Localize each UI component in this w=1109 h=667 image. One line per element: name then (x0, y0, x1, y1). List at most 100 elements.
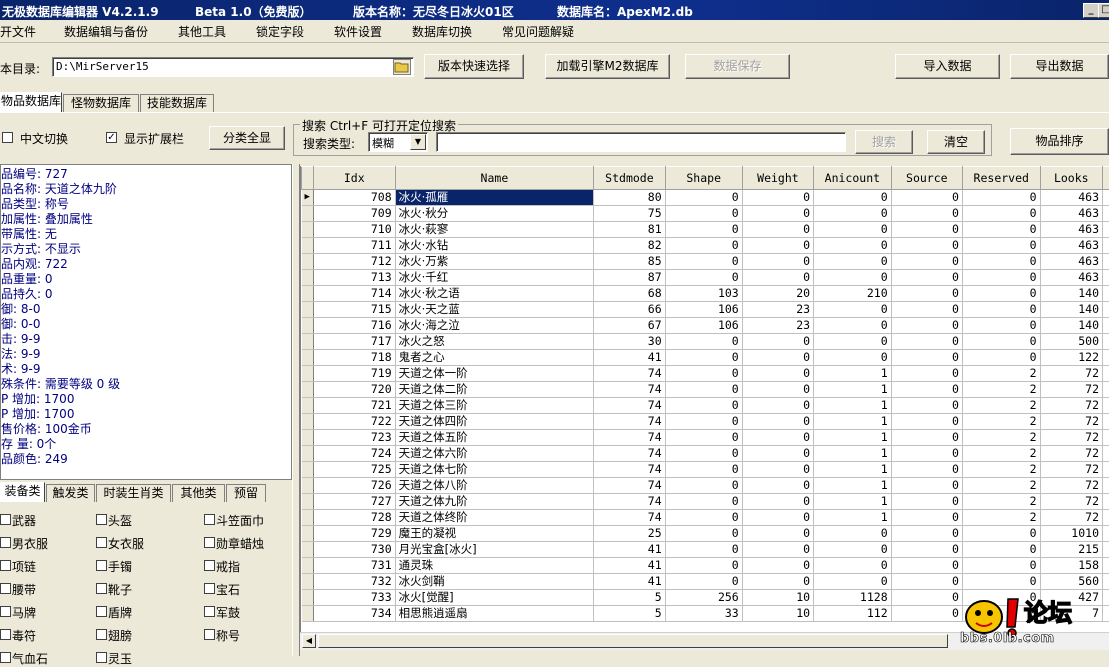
row-indicator[interactable] (302, 270, 314, 286)
table-row[interactable]: 729魔王的凝视25000001010 (302, 526, 1109, 542)
menu-data-edit[interactable]: 数据编辑与备份 (64, 23, 148, 40)
maximize-button[interactable]: □ (1098, 3, 1109, 18)
category-checkbox[interactable] (96, 606, 107, 617)
category-checkbox[interactable] (0, 560, 11, 571)
row-indicator[interactable] (302, 334, 314, 350)
category-checkbox[interactable] (204, 560, 215, 571)
cell-idx[interactable]: 721 (313, 398, 395, 414)
cell-name[interactable]: 冰火之怒 (395, 334, 594, 350)
cell-stdmode[interactable]: 25 (594, 526, 666, 542)
category-checkbox[interactable] (204, 606, 215, 617)
table-row[interactable]: 725天道之体七阶740010272 (302, 462, 1109, 478)
cell-weight[interactable]: 20 (742, 286, 813, 302)
cell-looks[interactable]: 72 (1040, 398, 1102, 414)
cell-idx[interactable]: 714 (313, 286, 395, 302)
cell-name[interactable]: 冰火·秋之语 (395, 286, 594, 302)
cell-source[interactable]: 0 (891, 238, 962, 254)
cell-source[interactable]: 0 (891, 286, 962, 302)
table-row[interactable]: 723天道之体五阶740010272 (302, 430, 1109, 446)
cell-name[interactable]: 冰火·千红 (395, 270, 594, 286)
cell-name[interactable]: 冰火·万紫 (395, 254, 594, 270)
chinese-switch-checkbox[interactable] (2, 132, 13, 143)
category-checkbox[interactable] (96, 560, 107, 571)
cell-stdmode[interactable]: 41 (594, 558, 666, 574)
search-button[interactable]: 搜索 (855, 130, 913, 154)
cell-source[interactable]: 0 (891, 574, 962, 590)
category-checkbox[interactable] (204, 583, 215, 594)
cell-source[interactable]: 0 (891, 510, 962, 526)
cell-reserved[interactable]: 2 (962, 494, 1040, 510)
cell-weight[interactable]: 0 (742, 398, 813, 414)
category-tab-4[interactable]: 预留 (226, 484, 266, 502)
cell-stdmode[interactable]: 81 (594, 222, 666, 238)
cell-weight[interactable]: 0 (742, 366, 813, 382)
cell-looks[interactable]: 463 (1040, 254, 1102, 270)
cell-anicount[interactable]: 0 (814, 222, 892, 238)
cell-weight[interactable]: 0 (742, 414, 813, 430)
cell-idx[interactable]: 718 (313, 350, 395, 366)
category-checkbox[interactable] (96, 652, 107, 663)
category-checkbox[interactable] (96, 629, 107, 640)
category-tab-3[interactable]: 其他类 (172, 484, 225, 502)
cell-looks[interactable]: 215 (1040, 542, 1102, 558)
cell-shape[interactable]: 0 (665, 414, 742, 430)
cell-looks[interactable]: 463 (1040, 238, 1102, 254)
search-input[interactable] (436, 132, 846, 152)
cell-idx[interactable]: 719 (313, 366, 395, 382)
cell-weight[interactable]: 0 (742, 510, 813, 526)
cell-source[interactable]: 0 (891, 478, 962, 494)
cell-idx[interactable]: 713 (313, 270, 395, 286)
column-header-anicount[interactable]: Anicount (814, 167, 892, 190)
cell-looks[interactable]: 72 (1040, 414, 1102, 430)
table-row[interactable]: 715冰火·天之蓝6610623000140 (302, 302, 1109, 318)
table-row[interactable]: 714冰火·秋之语681032021000140 (302, 286, 1109, 302)
cell-idx[interactable]: 709 (313, 206, 395, 222)
cell-reserved[interactable]: 2 (962, 510, 1040, 526)
cell-name[interactable]: 天道之体六阶 (395, 446, 594, 462)
item-sort-button[interactable]: 物品排序 (1010, 128, 1109, 155)
cell-name[interactable]: 通灵珠 (395, 558, 594, 574)
cell-source[interactable]: 0 (891, 430, 962, 446)
import-data-button[interactable]: 导入数据 (895, 54, 1000, 79)
cell-looks[interactable]: 72 (1040, 510, 1102, 526)
table-row[interactable]: 721天道之体三阶740010272 (302, 398, 1109, 414)
row-indicator[interactable] (302, 542, 314, 558)
cell-reserved[interactable]: 2 (962, 366, 1040, 382)
cell-reserved[interactable]: 0 (962, 270, 1040, 286)
cell-source[interactable]: 0 (891, 222, 962, 238)
row-indicator[interactable] (302, 238, 314, 254)
row-indicator[interactable] (302, 558, 314, 574)
cell-anicount[interactable]: 0 (814, 302, 892, 318)
cell-name[interactable]: 冰火·孤雁 (395, 190, 594, 206)
cell-looks[interactable]: 72 (1040, 366, 1102, 382)
cell-idx[interactable]: 725 (313, 462, 395, 478)
cell-looks[interactable]: 140 (1040, 302, 1102, 318)
cell-shape[interactable]: 0 (665, 350, 742, 366)
cell-weight[interactable]: 0 (742, 350, 813, 366)
cell-anicount[interactable]: 1 (814, 414, 892, 430)
table-row[interactable]: 718鬼者之心4100000122 (302, 350, 1109, 366)
cell-reserved[interactable]: 0 (962, 254, 1040, 270)
category-all-button[interactable]: 分类全显 (209, 126, 285, 150)
cell-name[interactable]: 冰火·水钻 (395, 238, 594, 254)
cell-reserved[interactable]: 0 (962, 350, 1040, 366)
row-indicator[interactable] (302, 510, 314, 526)
table-row[interactable]: 717冰火之怒3000000500 (302, 334, 1109, 350)
table-row[interactable]: 710冰火·萩寥8100000463 (302, 222, 1109, 238)
chevron-down-icon[interactable]: ▼ (410, 134, 426, 150)
cell-shape[interactable]: 0 (665, 190, 742, 206)
cell-name[interactable]: 鬼者之心 (395, 350, 594, 366)
cell-idx[interactable]: 734 (313, 606, 395, 622)
cell-shape[interactable]: 0 (665, 270, 742, 286)
cell-shape[interactable]: 0 (665, 238, 742, 254)
cell-anicount[interactable]: 1 (814, 398, 892, 414)
column-header-idx[interactable]: Idx (313, 167, 395, 190)
cell-anicount[interactable]: 1 (814, 494, 892, 510)
save-data-button[interactable]: 数据保存 (685, 54, 790, 79)
cell-name[interactable]: 天道之体四阶 (395, 414, 594, 430)
cell-stdmode[interactable]: 67 (594, 318, 666, 334)
cell-source[interactable]: 0 (891, 382, 962, 398)
cell-stdmode[interactable]: 74 (594, 382, 666, 398)
column-header-reserved[interactable]: Reserved (962, 167, 1040, 190)
cell-shape[interactable]: 103 (665, 286, 742, 302)
